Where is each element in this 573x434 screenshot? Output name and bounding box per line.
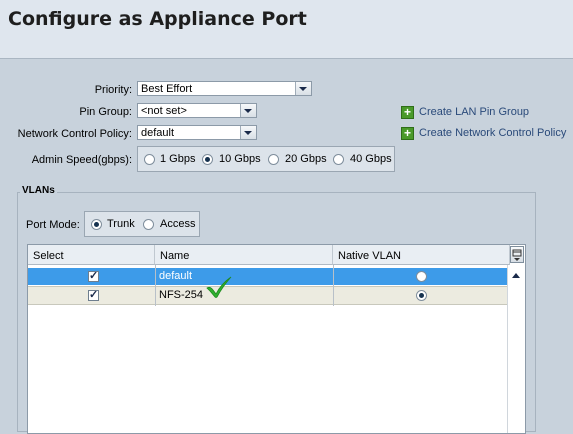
trunk-radio[interactable] <box>91 219 102 230</box>
speed-20gbps-label[interactable]: 20 Gbps <box>285 153 327 165</box>
plus-icon[interactable]: + <box>401 106 414 119</box>
speed-20gbps-radio[interactable] <box>268 154 279 165</box>
speed-40gbps-label[interactable]: 40 Gbps <box>350 153 392 165</box>
port-mode-label: Port Mode: <box>26 219 80 231</box>
speed-10gbps-label[interactable]: 10 Gbps <box>219 153 261 165</box>
column-chooser-icon[interactable] <box>510 246 524 263</box>
row-select-checkbox[interactable] <box>88 269 99 282</box>
vlan-name: NFS-254 <box>159 289 204 301</box>
create-network-control-policy-link[interactable]: Create Network Control Policy <box>419 127 566 139</box>
network-control-policy-select[interactable]: default <box>137 125 257 140</box>
network-control-policy-value: default <box>141 127 175 139</box>
plus-icon[interactable]: + <box>401 127 414 140</box>
chevron-down-icon[interactable] <box>240 126 256 139</box>
speed-1gbps-label[interactable]: 1 Gbps <box>160 153 195 165</box>
speed-40gbps-radio[interactable] <box>333 154 344 165</box>
dialog-header: Configure as Appliance Port <box>0 0 573 59</box>
speed-1gbps-radio[interactable] <box>144 154 155 165</box>
vlan-table: Select Name Native VLAN default NFS-254 <box>27 244 526 434</box>
network-control-policy-label: Network Control Policy: <box>17 128 132 140</box>
access-radio[interactable] <box>143 219 154 230</box>
priority-select[interactable]: Best Effort <box>137 81 312 96</box>
vertical-scrollbar[interactable] <box>507 265 525 433</box>
column-divider <box>333 265 334 306</box>
column-header-name[interactable]: Name <box>155 245 333 265</box>
column-header-native-vlan[interactable]: Native VLAN <box>333 245 510 265</box>
priority-label: Priority: <box>94 84 132 96</box>
table-row[interactable]: default <box>28 268 509 285</box>
admin-speed-radio-group: 1 Gbps 10 Gbps 20 Gbps 40 Gbps <box>137 146 395 172</box>
vlans-legend: VLANs <box>20 185 57 196</box>
row-select-checkbox[interactable] <box>88 288 99 301</box>
pin-group-label: Pin Group: <box>79 106 132 118</box>
native-vlan-radio[interactable] <box>416 271 427 282</box>
pin-group-value: <not set> <box>141 105 187 117</box>
scroll-up-arrow-icon[interactable] <box>512 273 520 278</box>
access-label[interactable]: Access <box>160 218 195 230</box>
native-vlan-radio[interactable] <box>416 290 427 301</box>
chevron-down-icon[interactable] <box>240 104 256 117</box>
create-lan-pin-group-link[interactable]: Create LAN Pin Group <box>419 106 529 118</box>
speed-10gbps-radio[interactable] <box>202 154 213 165</box>
priority-value: Best Effort <box>141 83 193 95</box>
trunk-label[interactable]: Trunk <box>107 218 135 230</box>
column-divider <box>155 265 156 306</box>
vlan-name: default <box>159 270 193 282</box>
pin-group-select[interactable]: <not set> <box>137 103 257 118</box>
admin-speed-label: Admin Speed(gbps): <box>31 154 132 166</box>
port-mode-radio-group: Trunk Access <box>84 211 200 237</box>
table-row[interactable]: NFS-254 <box>28 286 509 305</box>
column-header-select[interactable]: Select <box>28 245 155 265</box>
chevron-down-icon[interactable] <box>295 82 311 95</box>
dialog-title: Configure as Appliance Port <box>8 8 307 30</box>
green-checkmark-icon <box>206 276 232 298</box>
